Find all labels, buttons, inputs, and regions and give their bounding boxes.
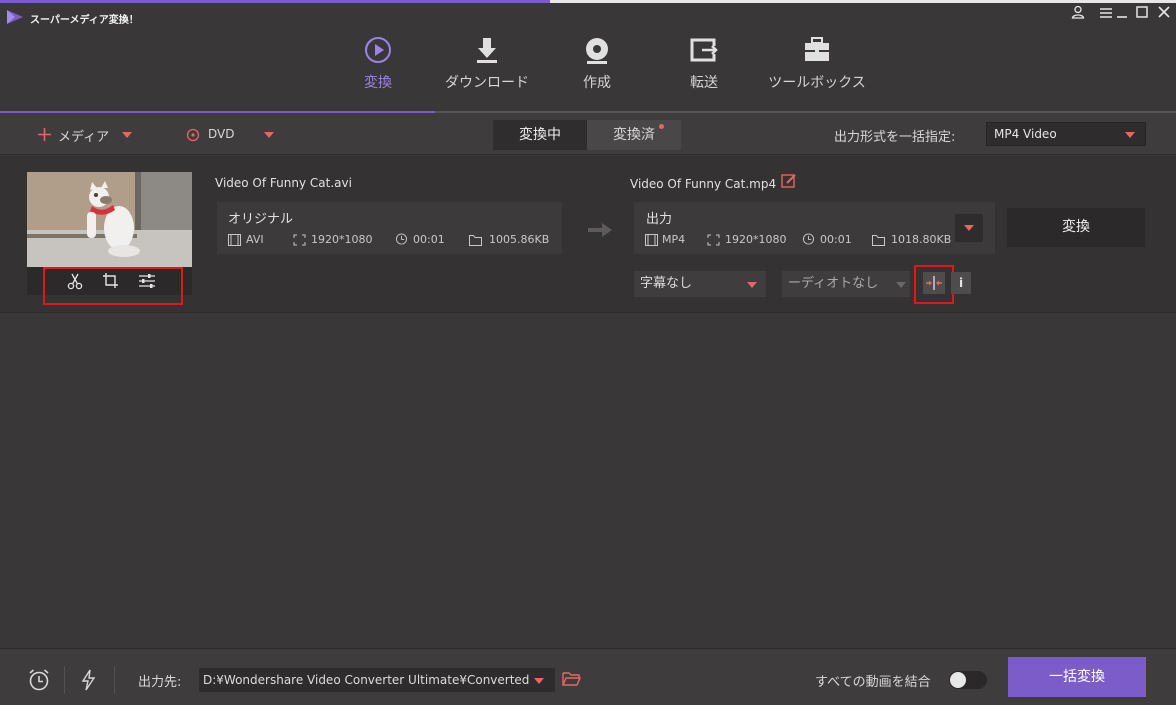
convert-icon bbox=[365, 37, 391, 63]
tab-transfer-label: 転送 bbox=[690, 75, 718, 91]
plus-icon bbox=[38, 128, 51, 141]
output-format-value: MP4 Video bbox=[994, 127, 1057, 141]
output-resolution: 1920*1080 bbox=[725, 233, 787, 246]
tab-toolbox-label: ツールボックス bbox=[768, 75, 866, 91]
convert-button[interactable]: 変換 bbox=[1007, 208, 1145, 247]
tab-create[interactable]: 作成 bbox=[547, 34, 647, 94]
user-icon[interactable] bbox=[1068, 5, 1088, 23]
edit-tools-highlight-box bbox=[43, 267, 183, 305]
folder-icon bbox=[469, 235, 482, 246]
output-path-value: D:¥Wondershare Video Converter Ultimate¥… bbox=[203, 673, 530, 687]
tab-download-label: ダウンロード bbox=[445, 75, 529, 91]
top-accent-bar bbox=[0, 0, 550, 3]
clock-icon bbox=[802, 233, 815, 245]
tab-converted[interactable]: 変換済 bbox=[587, 120, 681, 150]
output-filename: Video Of Funny Cat.mp4 bbox=[630, 177, 777, 191]
tab-toolbox[interactable]: ツールボックス bbox=[767, 34, 867, 94]
source-format: AVI bbox=[246, 233, 264, 246]
chevron-down-icon bbox=[534, 678, 544, 684]
dvd-label: DVD bbox=[208, 127, 235, 141]
clock-icon bbox=[395, 233, 408, 245]
chevron-down-icon bbox=[896, 282, 906, 288]
output-location-label: 出力先: bbox=[138, 675, 182, 690]
dvd-dropdown-icon bbox=[264, 132, 274, 138]
film-icon bbox=[228, 234, 241, 246]
audio-track-value: ーディオトなし bbox=[788, 276, 879, 291]
output-info-panel bbox=[634, 202, 995, 254]
toggle-knob bbox=[950, 672, 966, 688]
output-format: MP4 bbox=[662, 233, 686, 246]
tab-converting[interactable]: 変換中 bbox=[493, 120, 587, 150]
source-resolution: 1920*1080 bbox=[311, 233, 373, 246]
dvd-icon bbox=[186, 128, 200, 142]
video-thumbnail[interactable] bbox=[27, 172, 192, 267]
download-icon bbox=[477, 38, 497, 63]
arrow-right-icon bbox=[588, 223, 612, 237]
tab-download[interactable]: ダウンロード bbox=[437, 34, 537, 94]
disc-icon bbox=[586, 38, 608, 64]
chevron-down-icon bbox=[747, 282, 757, 288]
transfer-icon bbox=[690, 38, 718, 62]
output-size: 1018.80KB bbox=[891, 233, 952, 246]
audio-track-select[interactable]: ーディオトなし bbox=[782, 271, 910, 297]
output-format-select[interactable]: MP4 Video bbox=[986, 122, 1146, 146]
add-media-dropdown-icon bbox=[122, 132, 132, 138]
chevron-down-icon bbox=[964, 225, 974, 231]
folder-icon bbox=[872, 235, 885, 246]
maximize-icon[interactable] bbox=[1132, 5, 1152, 23]
tab-transfer[interactable]: 転送 bbox=[654, 34, 754, 94]
source-title: オリジナル bbox=[228, 212, 294, 227]
open-folder-icon[interactable] bbox=[562, 671, 581, 687]
tab-convert[interactable]: 変換 bbox=[328, 34, 428, 94]
output-duration: 00:01 bbox=[820, 233, 852, 246]
info-button[interactable]: i bbox=[951, 272, 971, 294]
split-highlight-box bbox=[914, 265, 954, 304]
dvd-button[interactable]: DVD bbox=[186, 126, 276, 144]
toolbox-icon bbox=[805, 37, 829, 61]
add-media-label: メディア bbox=[58, 130, 110, 145]
subtitle-select[interactable]: 字幕なし bbox=[634, 271, 766, 297]
minimize-icon[interactable] bbox=[1112, 5, 1132, 23]
output-settings-dropdown[interactable] bbox=[955, 214, 983, 242]
source-filename: Video Of Funny Cat.avi bbox=[215, 176, 352, 190]
lightning-icon[interactable] bbox=[80, 669, 96, 691]
source-size: 1005.86KB bbox=[489, 233, 550, 246]
app-title: スーパーメディア変換！ bbox=[30, 15, 139, 26]
close-icon[interactable] bbox=[1154, 5, 1174, 23]
batch-convert-button[interactable]: 一括変換 bbox=[1008, 657, 1146, 697]
output-title: 出力 bbox=[646, 212, 673, 227]
alarm-clock-icon[interactable] bbox=[27, 668, 51, 692]
new-badge-dot bbox=[659, 124, 664, 129]
edit-filename-icon[interactable] bbox=[781, 173, 797, 189]
merge-all-label: すべての動画を結合 bbox=[815, 675, 931, 690]
chevron-down-icon bbox=[1125, 132, 1135, 138]
divider bbox=[64, 666, 65, 694]
source-duration: 00:01 bbox=[413, 233, 445, 246]
divider bbox=[114, 666, 115, 694]
subtitle-value: 字幕なし bbox=[640, 276, 693, 291]
top-accent-bar-rest bbox=[550, 0, 1176, 3]
app-logo-icon bbox=[7, 10, 23, 24]
output-format-label: 出力形式を一括指定: bbox=[834, 130, 956, 145]
resolution-icon bbox=[293, 234, 306, 246]
film-icon bbox=[645, 234, 658, 246]
tab-create-label: 作成 bbox=[583, 75, 611, 91]
tab-convert-label: 変換 bbox=[364, 75, 392, 91]
resolution-icon bbox=[707, 234, 720, 246]
output-path-select[interactable]: D:¥Wondershare Video Converter Ultimate¥… bbox=[199, 668, 555, 692]
add-media-button[interactable]: メディア bbox=[38, 126, 138, 145]
